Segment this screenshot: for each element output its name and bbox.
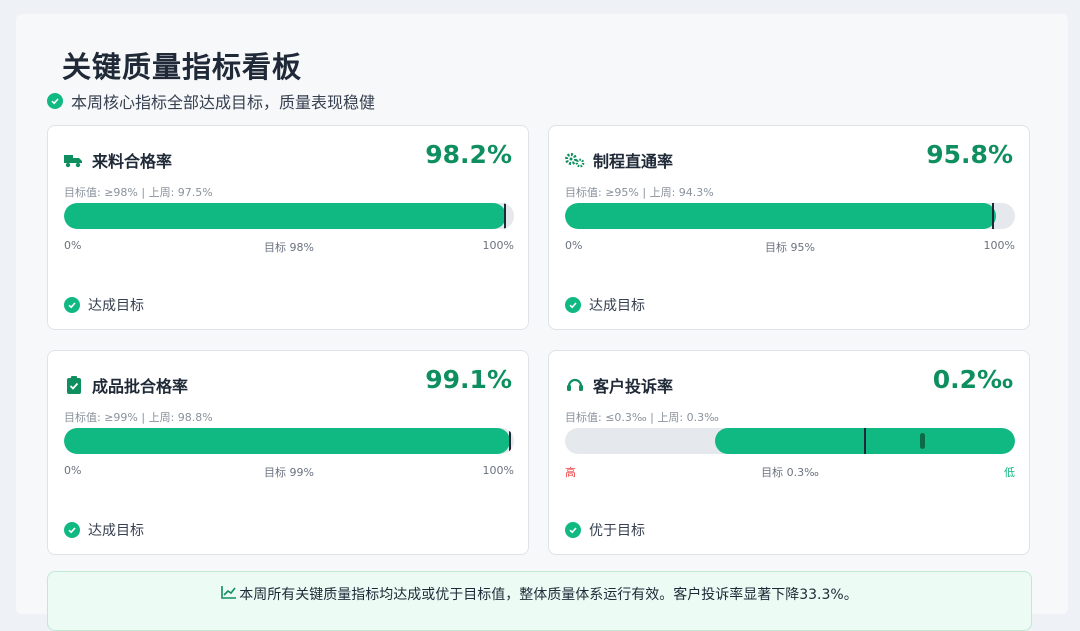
metric-card-process: 制程直通率 95.8% 目标值: ≥95% | 上周: 94.3% 0% 目标 … (548, 125, 1030, 330)
progress-track (64, 428, 514, 454)
target-marker (864, 428, 867, 454)
metric-meta: 目标值: ≤0.3‰ | 上周: 0.3‰ (565, 411, 719, 424)
metric-name: 成品批合格率 (92, 377, 189, 396)
check-circle-icon (565, 297, 581, 313)
truck-icon (64, 150, 84, 170)
scale-min: 0% (64, 464, 82, 477)
metric-name: 制程直通率 (593, 152, 674, 171)
scale-high: 高 (565, 466, 576, 479)
gears-icon (565, 150, 585, 170)
clipboard-check-icon (64, 375, 84, 395)
progress-scale: 高 目标 0.3‰ 低 (565, 464, 1015, 479)
progress-scale: 0% 目标 95% 100% (565, 239, 1015, 254)
scale-target: 目标 99% (264, 466, 314, 479)
metric-meta: 目标值: ≥99% | 上周: 98.8% (64, 411, 213, 424)
target-marker (504, 203, 506, 229)
scale-max: 100% (482, 239, 514, 252)
status-text: 达成目标 (88, 523, 144, 539)
scale-target: 目标 0.3‰ (761, 466, 819, 479)
status-text: 优于目标 (589, 523, 645, 539)
progress-scale: 0% 目标 99% 100% (64, 464, 514, 479)
metric-name: 来料合格率 (92, 152, 173, 171)
check-circle-icon (64, 297, 80, 313)
metric-card-finished: 成品批合格率 99.1% 目标值: ≥99% | 上周: 98.8% 0% 目标… (47, 350, 529, 555)
target-marker (508, 428, 511, 454)
progress-fill (64, 203, 506, 229)
subtitle-text: 本周核心指标全部达成目标，质量表现稳健 (71, 93, 376, 112)
scale-min: 0% (565, 239, 583, 252)
progress-fill (64, 428, 510, 454)
progress-track (565, 203, 1015, 229)
status-badge: 达成目标 (64, 520, 144, 540)
trend-chart-icon (221, 585, 237, 603)
progress-fill (565, 203, 997, 229)
subtitle: 本周核心指标全部达成目标，质量表现稳健 (47, 90, 375, 112)
status-badge: 达成目标 (565, 295, 645, 315)
status-badge: 优于目标 (565, 520, 645, 540)
metric-meta: 目标值: ≥95% | 上周: 94.3% (565, 186, 714, 199)
metric-value: 95.8% (926, 140, 1013, 169)
metric-meta: 目标值: ≥98% | 上周: 97.5% (64, 186, 213, 199)
target-marker (991, 203, 994, 229)
metric-card-incoming: 来料合格率 98.2% 目标值: ≥98% | 上周: 97.5% 0% 目标 … (47, 125, 529, 330)
metric-card-complaint: 客户投诉率 0.2‰ 目标值: ≤0.3‰ | 上周: 0.3‰ 高 目标 0.… (548, 350, 1030, 555)
check-circle-icon (47, 93, 63, 109)
scale-target: 目标 98% (264, 241, 314, 254)
metric-value: 99.1% (425, 365, 512, 394)
progress-scale: 0% 目标 98% 100% (64, 239, 514, 254)
check-circle-icon (565, 522, 581, 538)
scale-low: 低 (1004, 466, 1015, 479)
scale-target: 目标 95% (765, 241, 815, 254)
scale-max: 100% (983, 239, 1015, 252)
check-circle-icon (64, 522, 80, 538)
progress-track (64, 203, 514, 229)
metric-value: 0.2‰ (932, 365, 1013, 394)
status-badge: 达成目标 (64, 295, 144, 315)
metric-name: 客户投诉率 (593, 377, 674, 396)
status-text: 达成目标 (88, 298, 144, 314)
page-title: 关键质量指标看板 (62, 50, 303, 84)
summary-text: 本周所有关键质量指标均达成或优于目标值，整体质量体系运行有效。客户投诉率显著下降… (239, 587, 858, 603)
summary-banner: 本周所有关键质量指标均达成或优于目标值，整体质量体系运行有效。客户投诉率显著下降… (47, 571, 1032, 631)
progress-track (565, 428, 1015, 454)
status-text: 达成目标 (589, 298, 645, 314)
current-value-marker (919, 433, 925, 449)
metric-value: 98.2% (425, 140, 512, 169)
scale-max: 100% (482, 464, 514, 477)
headset-icon (565, 375, 585, 395)
scale-min: 0% (64, 239, 82, 252)
